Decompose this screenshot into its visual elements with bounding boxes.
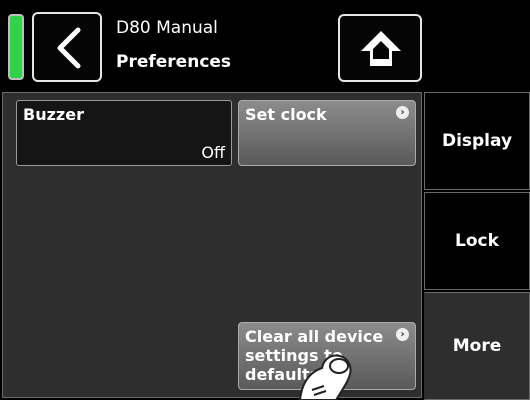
buzzer-control[interactable]: Buzzer Off bbox=[16, 100, 232, 166]
page-title: Preferences bbox=[116, 52, 232, 72]
chevron-left-icon bbox=[57, 27, 81, 69]
tap-gesture-icon bbox=[298, 354, 352, 400]
status-indicator bbox=[8, 14, 24, 80]
chevron-right-icon: › bbox=[396, 328, 409, 341]
set-clock-label: Set clock bbox=[245, 105, 327, 124]
set-clock-button[interactable]: Set clock › bbox=[238, 100, 416, 166]
home-icon bbox=[361, 31, 401, 66]
tab-display[interactable]: Display bbox=[424, 92, 530, 190]
side-tabs: Display Lock More bbox=[424, 92, 530, 400]
device-title: D80 Manual bbox=[116, 18, 218, 38]
top-bar: D80 Manual Preferences bbox=[0, 0, 530, 92]
tab-more[interactable]: More bbox=[424, 292, 530, 400]
home-button[interactable] bbox=[338, 14, 422, 82]
buzzer-value: Off bbox=[201, 143, 225, 162]
back-button[interactable] bbox=[32, 12, 102, 82]
buzzer-label: Buzzer bbox=[23, 105, 84, 124]
tab-lock[interactable]: Lock bbox=[424, 192, 530, 290]
chevron-right-icon: › bbox=[396, 106, 409, 119]
